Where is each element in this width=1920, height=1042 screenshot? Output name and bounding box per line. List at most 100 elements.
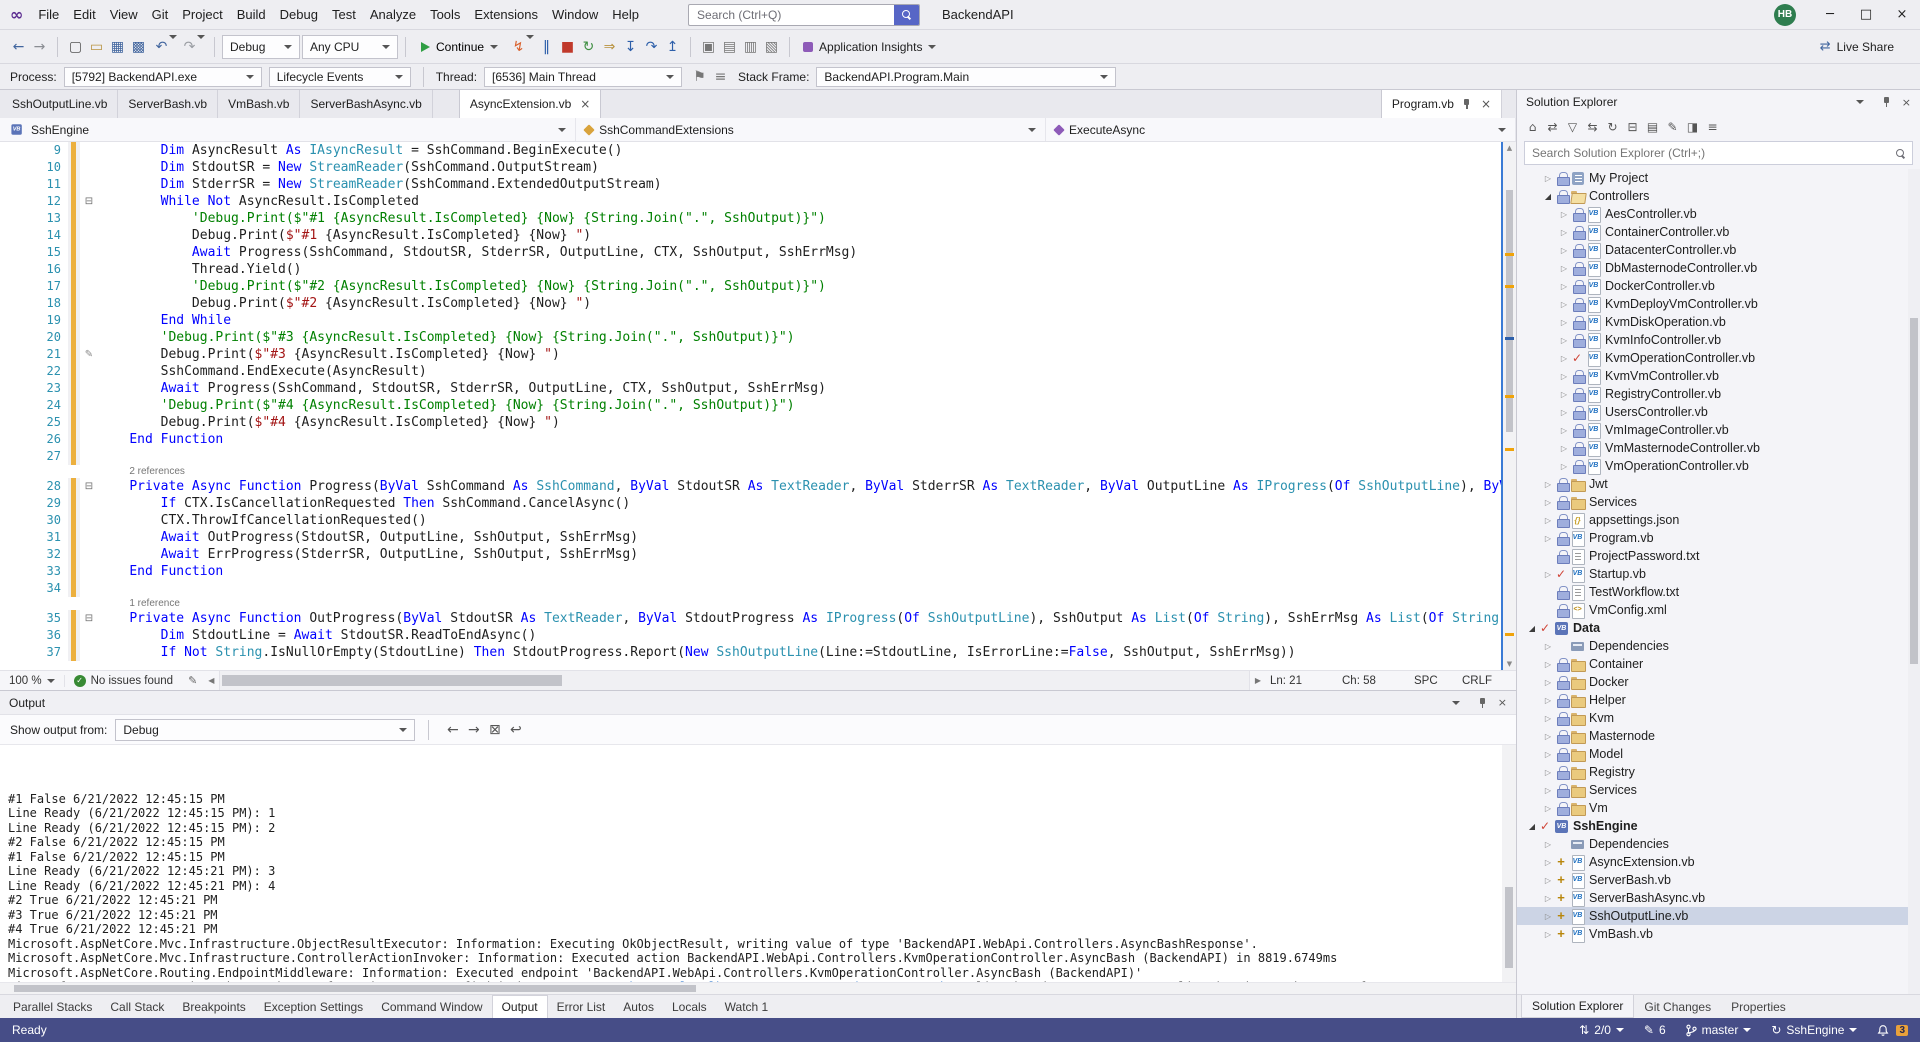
solution-platform-dropdown[interactable]: Any CPU	[302, 34, 398, 59]
output-source-dropdown[interactable]: Debug	[115, 718, 416, 741]
step-out-icon[interactable]: ↥	[662, 35, 683, 59]
menu-tools[interactable]: Tools	[423, 0, 467, 30]
expand-icon[interactable]: ▷	[1541, 516, 1555, 525]
tree-item-registrycontroller-vb[interactable]: ▷ RegistryController.vb	[1517, 385, 1920, 403]
tree-item-dbmasternodecontroller-vb[interactable]: ▷ DbMasternodeController.vb	[1517, 259, 1920, 277]
tree-item-services[interactable]: ▷ Services	[1517, 781, 1920, 799]
scrollbar-thumb[interactable]	[1505, 887, 1513, 968]
expand-icon[interactable]: ▷	[1557, 318, 1571, 327]
home-icon[interactable]: ⌂	[1523, 117, 1542, 137]
properties-icon[interactable]: ✎	[1663, 117, 1682, 137]
quick-search-box[interactable]: Search (Ctrl+Q)	[688, 3, 921, 26]
restart-icon[interactable]: ↻	[578, 35, 599, 59]
menu-file[interactable]: File	[31, 0, 66, 30]
scroll-down-icon[interactable]: ▼	[1503, 660, 1516, 668]
column-indicator[interactable]: Ch: 58	[1338, 675, 1410, 687]
tree-item-jwt[interactable]: ▷ Jwt	[1517, 475, 1920, 493]
breakpoint-margin[interactable]	[0, 346, 22, 363]
show-next-icon[interactable]: ⇒	[599, 35, 620, 59]
fold-collapse-icon[interactable]: ⊟	[80, 193, 98, 210]
tree-item-kvminfocontroller-vb[interactable]: ▷ KvmInfoController.vb	[1517, 331, 1920, 349]
breakpoint-margin[interactable]	[0, 244, 22, 261]
continue-button[interactable]: Continue	[413, 35, 506, 59]
breakpoint-margin[interactable]	[0, 397, 22, 414]
editor-vertical-scrollbar[interactable]: ▲ ▼	[1501, 142, 1516, 670]
expand-icon[interactable]: ▷	[1557, 426, 1571, 435]
expand-icon[interactable]: ▷	[1541, 480, 1555, 489]
show-all-files-icon[interactable]: ▤	[1643, 117, 1662, 137]
breadcrumb-member-dropdown[interactable]: ExecuteAsync	[1046, 118, 1516, 141]
breakpoint-margin[interactable]	[0, 363, 22, 380]
git-sync-status[interactable]: ⇅ 2/0	[1579, 1023, 1624, 1037]
break-all-icon[interactable]: ‖	[536, 35, 557, 59]
fold-collapse-icon[interactable]: ⊟	[80, 478, 98, 495]
breakpoint-margin[interactable]	[0, 159, 22, 176]
solution-explorer-search[interactable]: Search Solution Explorer (Ctrl+;)	[1524, 141, 1913, 165]
menu-window[interactable]: Window	[545, 0, 605, 30]
tree-item-data[interactable]: ◢ Data	[1517, 619, 1920, 637]
expand-icon[interactable]: ▷	[1541, 732, 1555, 741]
collapse-icon[interactable]: ◢	[1525, 822, 1539, 831]
expand-icon[interactable]: ▷	[1541, 750, 1555, 759]
pin-icon[interactable]	[1882, 96, 1892, 108]
switch-views-icon[interactable]: ⇄	[1543, 117, 1562, 137]
codelens-references[interactable]: 1 reference	[0, 597, 1501, 610]
expand-icon[interactable]: ▷	[1541, 570, 1555, 579]
breakpoint-margin[interactable]	[0, 610, 22, 627]
expand-icon[interactable]: ▷	[1557, 282, 1571, 291]
process-dropdown[interactable]: [5792] BackendAPI.exe	[63, 66, 262, 87]
tree-item-containercontroller-vb[interactable]: ▷ ContainerController.vb	[1517, 223, 1920, 241]
save-all-icon[interactable]: ▩	[128, 35, 149, 59]
menu-build[interactable]: Build	[230, 0, 273, 30]
breakpoint-margin[interactable]	[0, 142, 22, 159]
open-file-icon[interactable]: ▭	[86, 35, 107, 59]
back-icon[interactable]: ←	[8, 35, 29, 59]
window-position-icon[interactable]	[1855, 100, 1864, 104]
tree-item-helper[interactable]: ▷ Helper	[1517, 691, 1920, 709]
expand-icon[interactable]: ▷	[1541, 912, 1555, 921]
breakpoint-margin[interactable]	[0, 193, 22, 210]
breakpoint-margin[interactable]	[0, 546, 22, 563]
filter-pending-icon[interactable]: ▽	[1563, 117, 1582, 137]
breakpoint-margin[interactable]	[0, 295, 22, 312]
tree-item-dockercontroller-vb[interactable]: ▷ DockerController.vb	[1517, 277, 1920, 295]
tree-item-userscontroller-vb[interactable]: ▷ UsersController.vb	[1517, 403, 1920, 421]
live-share-button[interactable]: ⇄ Live Share	[1820, 39, 1894, 54]
panel-tab-call-stack[interactable]: Call Stack	[101, 995, 173, 1018]
goto-next-icon[interactable]: →	[463, 718, 484, 742]
search-input[interactable]: Search Solution Explorer (Ctrl+;)	[1532, 146, 1890, 160]
panel-tab-command-window[interactable]: Command Window	[372, 995, 491, 1018]
breakpoint-margin[interactable]	[0, 431, 22, 448]
expand-icon[interactable]: ▷	[1541, 804, 1555, 813]
tool-tab-properties[interactable]: Properties	[1721, 995, 1796, 1018]
threads-flag-icon[interactable]: ⚑	[689, 65, 710, 89]
expand-icon[interactable]: ▷	[1557, 372, 1571, 381]
codelens-references[interactable]: 2 references	[0, 465, 1501, 478]
expand-icon[interactable]: ▷	[1541, 696, 1555, 705]
account-avatar[interactable]: HB	[1774, 3, 1796, 26]
tree-item-controllers[interactable]: ◢ Controllers	[1517, 187, 1920, 205]
vs-logo-icon[interactable]: ∞	[10, 5, 23, 24]
scroll-up-icon[interactable]: ▲	[1503, 144, 1516, 152]
tree-item-container[interactable]: ▷ Container	[1517, 655, 1920, 673]
expand-icon[interactable]: ▷	[1557, 264, 1571, 273]
breakpoint-margin[interactable]	[0, 627, 22, 644]
tree-item-aescontroller-vb[interactable]: ▷ AesController.vb	[1517, 205, 1920, 223]
tree-item-startup-vb[interactable]: ▷ Startup.vb	[1517, 565, 1920, 583]
tree-item-vmconfig-xml[interactable]: VmConfig.xml	[1517, 601, 1920, 619]
expand-icon[interactable]: ▷	[1541, 840, 1555, 849]
refresh-icon[interactable]: ↻	[1603, 117, 1622, 137]
stack-frame-dropdown[interactable]: BackendAPI.Program.Main	[816, 66, 1117, 87]
preview-icon[interactable]: ◨	[1683, 117, 1702, 137]
menu-extensions[interactable]: Extensions	[467, 0, 545, 30]
search-input[interactable]: Search (Ctrl+Q)	[689, 8, 894, 22]
forward-icon[interactable]: →	[29, 35, 50, 59]
breakpoint-margin[interactable]	[0, 563, 22, 580]
pin-icon[interactable]	[1478, 697, 1488, 709]
tree-item-kvmdiskoperation-vb[interactable]: ▷ KvmDiskOperation.vb	[1517, 313, 1920, 331]
expand-icon[interactable]: ▷	[1557, 228, 1571, 237]
document-tab-vmbash-vb[interactable]: VmBash.vb	[218, 90, 301, 118]
menu-help[interactable]: Help	[605, 0, 646, 30]
menu-analyze[interactable]: Analyze	[363, 0, 423, 30]
minimize-button[interactable]: ─	[1812, 0, 1848, 30]
